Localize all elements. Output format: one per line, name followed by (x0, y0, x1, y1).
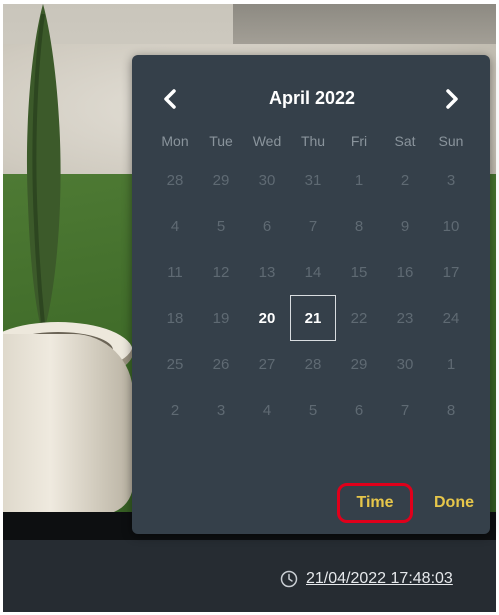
calendar-day: 1 (354, 171, 364, 189)
weekday-label: Fri (350, 133, 368, 149)
calendar-day: 5 (308, 401, 318, 419)
next-month-button[interactable] (440, 87, 464, 111)
calendar-day: 11 (167, 263, 183, 281)
weekday-label: Sat (394, 133, 416, 149)
timestamp-link[interactable]: 21/04/2022 17:48:03 (280, 570, 453, 588)
calendar-day: 2 (400, 171, 410, 189)
calendar-day: 13 (258, 263, 276, 281)
calendar-day: 4 (262, 401, 272, 419)
calendar-day: 3 (446, 171, 456, 189)
calendar-day: 15 (350, 263, 368, 281)
clock-icon (280, 570, 298, 588)
calendar-day: 28 (304, 355, 322, 373)
weekday-label: Sun (438, 133, 464, 149)
calendar-day: 30 (258, 171, 276, 189)
calendar-day: 9 (400, 217, 410, 235)
timestamp-text[interactable]: 21/04/2022 17:48:03 (306, 570, 453, 588)
calendar-day: 31 (304, 171, 322, 189)
calendar-day: 19 (212, 309, 230, 327)
weekday-label: Tue (209, 133, 233, 149)
chevron-left-icon (164, 89, 176, 109)
date-picker-popup: April 2022 Mon Tue Wed Thu Fri Sat Sun 2… (132, 55, 490, 534)
background-wall (233, 4, 496, 49)
calendar-day-selected[interactable]: 21 (290, 295, 336, 341)
calendar-day: 16 (396, 263, 414, 281)
weekday-label: Wed (252, 133, 282, 149)
calendar-day: 17 (442, 263, 460, 281)
month-title: April 2022 (268, 88, 356, 108)
calendar-day: 29 (350, 355, 368, 373)
calendar-day: 5 (216, 217, 226, 235)
weekday-header: Mon Tue Wed Thu Fri Sat Sun (152, 133, 474, 149)
calendar-day: 26 (212, 355, 230, 373)
calendar-grid: 28 29 30 31 1 2 3 4 5 6 7 8 9 10 11 12 13 14 15 16 17 18 19 20 2… (152, 157, 474, 433)
time-button[interactable]: Time (337, 483, 413, 523)
done-button[interactable]: Done (428, 483, 480, 523)
calendar-day: 14 (304, 263, 322, 281)
chevron-right-icon (446, 89, 458, 109)
calendar-day: 25 (166, 355, 184, 373)
calendar-day: 8 (446, 401, 456, 419)
calendar-day: 6 (262, 217, 272, 235)
cypress-tree (26, 4, 61, 334)
calendar-day: 22 (350, 309, 368, 327)
calendar-day[interactable]: 20 (244, 295, 290, 341)
calendar-day: 6 (354, 401, 364, 419)
calendar-day: 27 (258, 355, 276, 373)
calendar-day: 24 (442, 309, 460, 327)
calendar-day: 4 (170, 217, 180, 235)
weekday-label: Thu (300, 133, 326, 149)
calendar-day: 18 (166, 309, 184, 327)
calendar-day: 3 (216, 401, 226, 419)
calendar-day: 7 (308, 217, 318, 235)
calendar-day: 29 (212, 171, 230, 189)
calendar-day: 30 (396, 355, 414, 373)
weekday-label: Mon (161, 133, 189, 149)
calendar-day: 10 (442, 217, 460, 235)
prev-month-button[interactable] (158, 87, 182, 111)
calendar-day: 28 (166, 171, 184, 189)
calendar-day: 2 (170, 401, 180, 419)
calendar-day: 1 (446, 355, 456, 373)
calendar-day: 8 (354, 217, 364, 235)
flower-pot (3, 334, 133, 512)
calendar-day: 23 (396, 309, 414, 327)
calendar-day: 12 (212, 263, 230, 281)
calendar-day: 7 (400, 401, 410, 419)
